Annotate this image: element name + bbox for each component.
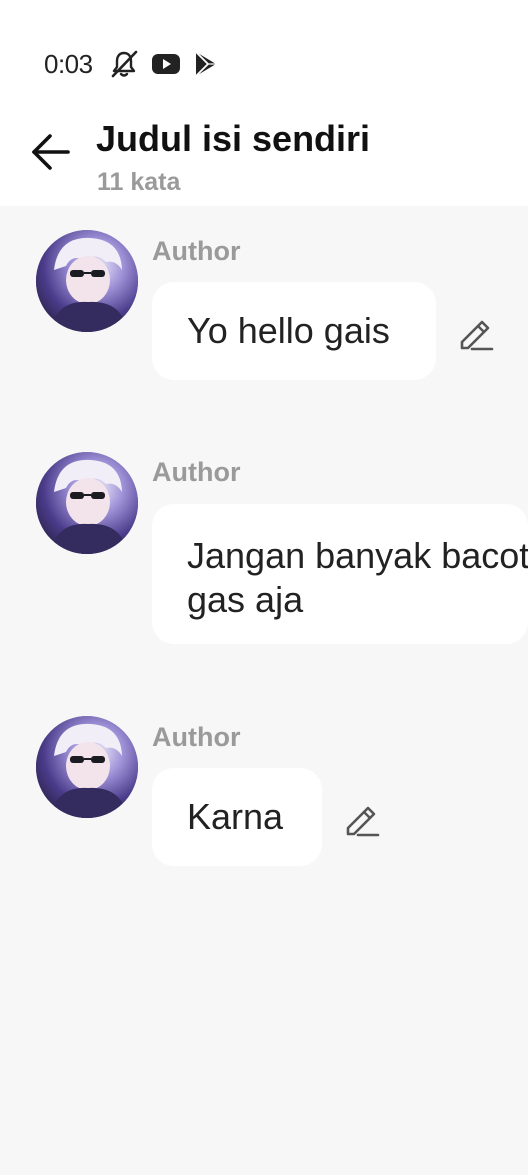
message-text: Jangan banyak bacot gas aja	[187, 535, 528, 620]
message-author: Author	[152, 457, 241, 487]
top-area: 0:03 Judul isi sendiri 11 kata	[0, 0, 528, 206]
message-list: Author Yo hello gais Author Jangan banya…	[0, 206, 528, 1175]
message-bubble[interactable]: Karna	[152, 768, 322, 866]
muted-bell-icon	[109, 49, 139, 79]
word-count: 11 kata	[97, 168, 181, 196]
message-text: Karna	[187, 796, 284, 837]
page-title: Judul isi sendiri	[96, 118, 371, 159]
avatar	[36, 716, 138, 818]
youtube-icon	[151, 52, 181, 76]
back-button[interactable]	[26, 128, 74, 176]
app-header: Judul isi sendiri 11 kata	[0, 108, 528, 203]
avatar	[36, 230, 138, 332]
message-text: Yo hello gais	[187, 310, 390, 351]
status-time: 0:03	[44, 48, 93, 79]
avatar	[36, 452, 138, 554]
status-bar: 0:03	[44, 44, 219, 84]
message-author: Author	[152, 722, 241, 752]
edit-pencil-icon[interactable]	[456, 312, 496, 352]
arrow-left-icon	[32, 134, 70, 170]
message-bubble[interactable]: Yo hello gais	[152, 282, 436, 380]
play-store-icon	[193, 50, 219, 78]
message-author: Author	[152, 236, 241, 266]
message-bubble[interactable]: Jangan banyak bacot gas aja	[152, 504, 528, 644]
edit-pencil-icon[interactable]	[342, 798, 382, 838]
